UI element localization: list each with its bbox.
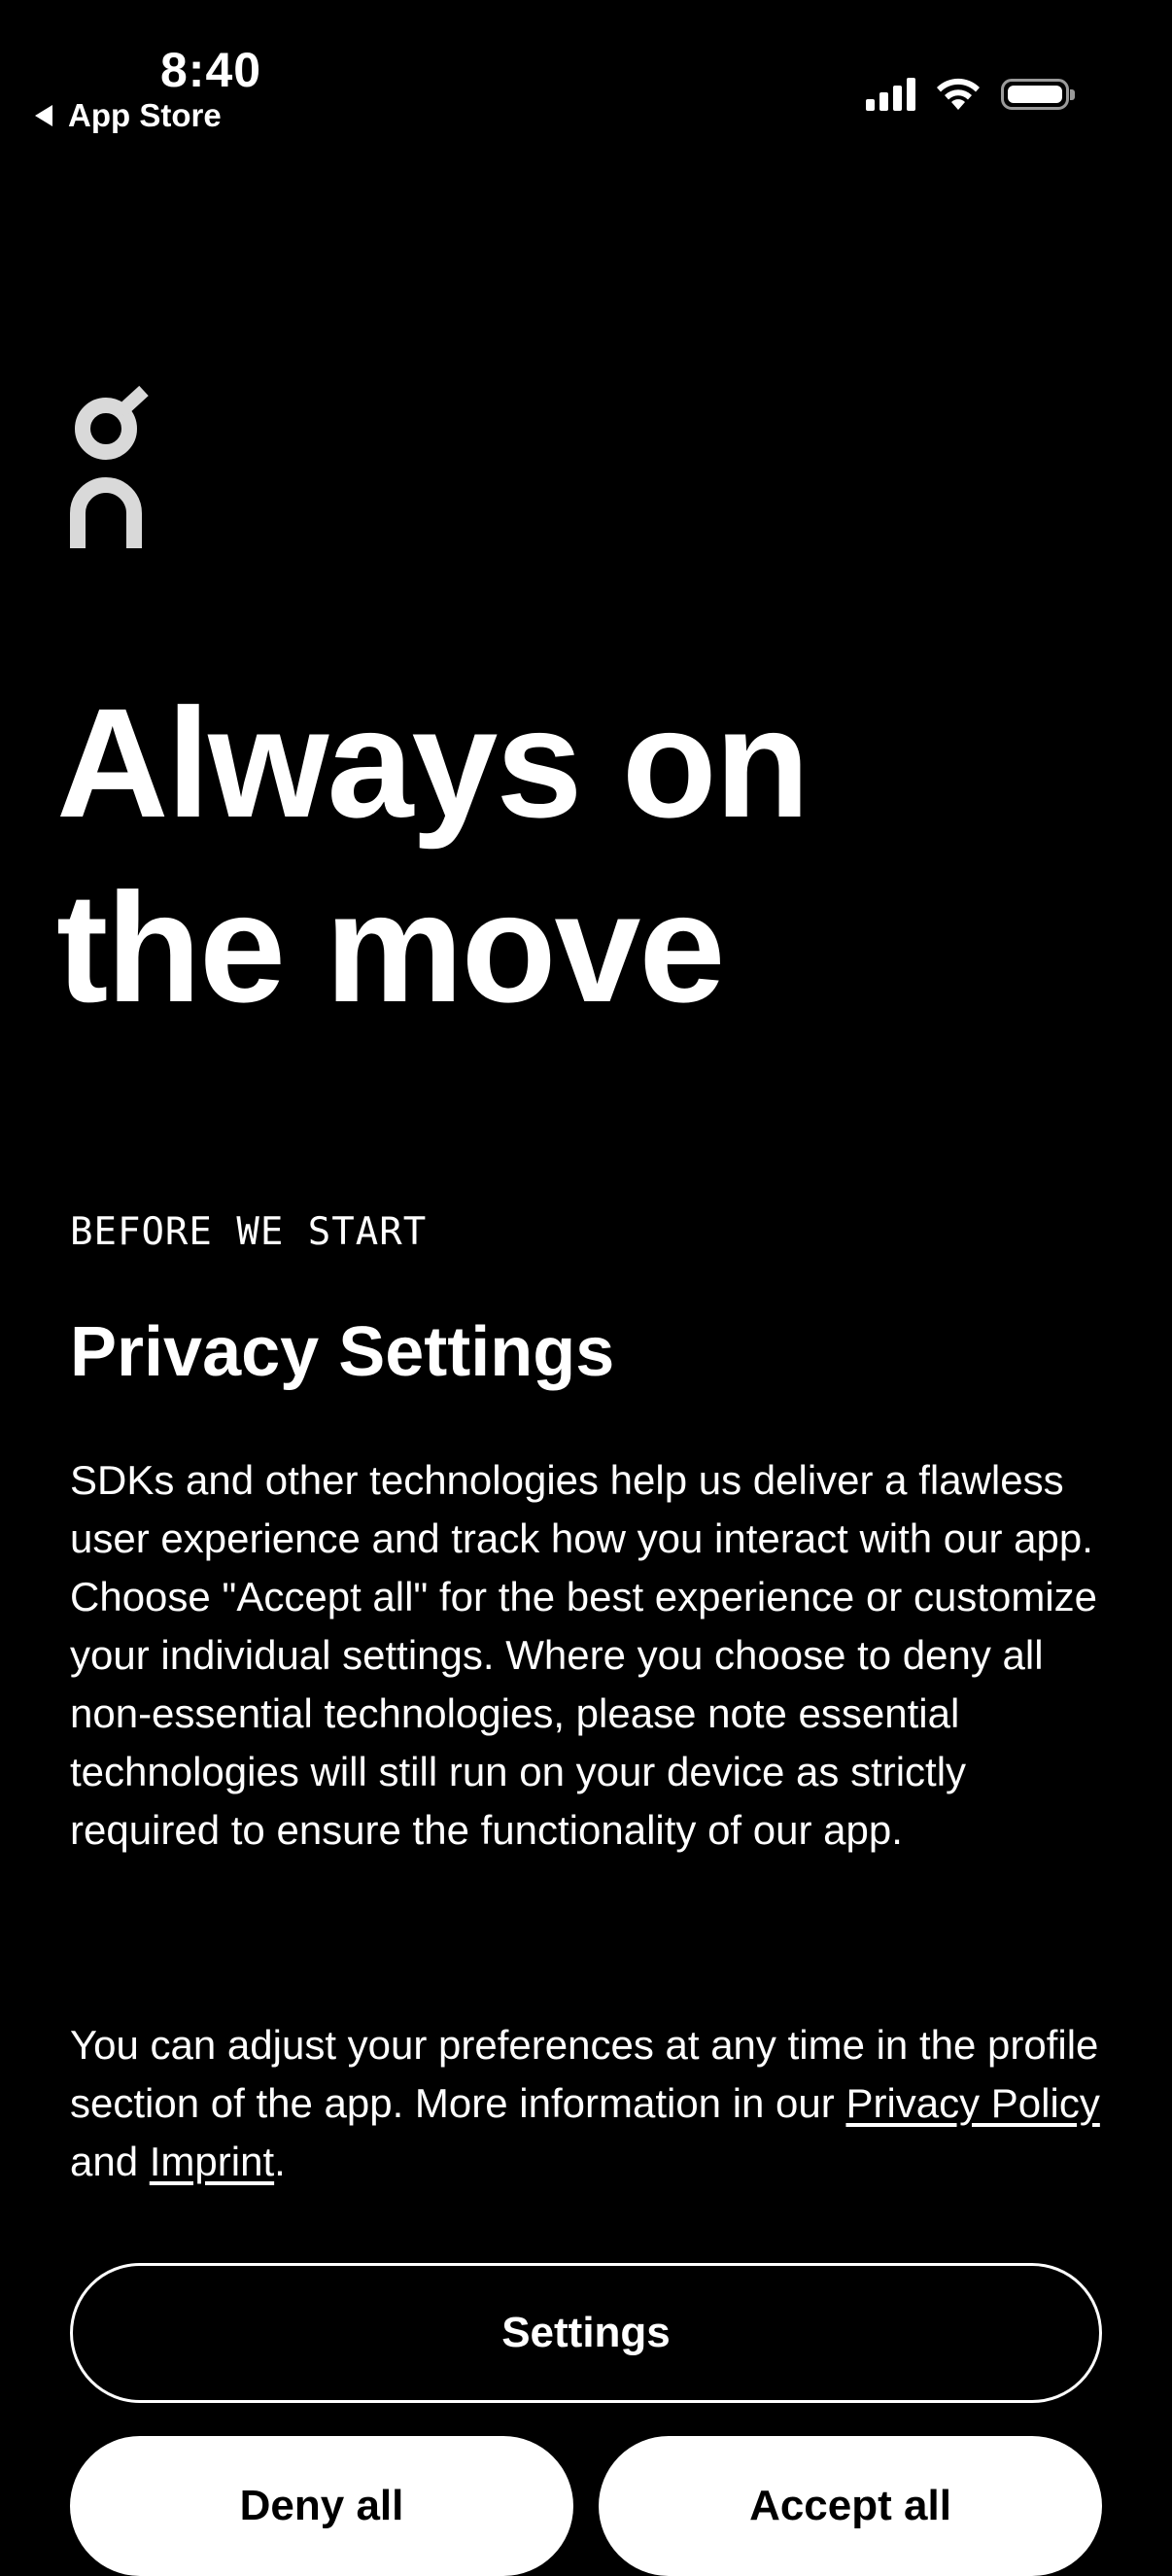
imprint-link[interactable]: Imprint xyxy=(150,2139,274,2184)
privacy-preferences-note: You can adjust your preferences at any t… xyxy=(70,2016,1110,2191)
hero-line-2: the move xyxy=(56,860,725,1034)
back-label: App Store xyxy=(68,97,222,133)
deny-all-button[interactable]: Deny all xyxy=(70,2436,573,2576)
back-arrow-icon xyxy=(35,105,52,126)
status-bar: 8:40 App Store xyxy=(0,0,1172,146)
eyebrow-label: BEFORE WE START xyxy=(70,1210,428,1254)
settings-button[interactable]: Settings xyxy=(70,2263,1102,2403)
preferences-note-and: and xyxy=(70,2139,150,2184)
privacy-policy-link[interactable]: Privacy Policy xyxy=(845,2080,1099,2126)
privacy-description: SDKs and other technologies help us deli… xyxy=(70,1457,1098,1853)
preferences-note-period: . xyxy=(274,2139,286,2184)
back-to-app-store[interactable]: App Store xyxy=(35,95,222,136)
status-icons xyxy=(866,72,1075,117)
wifi-icon xyxy=(937,78,980,110)
on-logo-icon xyxy=(70,385,149,548)
privacy-settings-title: Privacy Settings xyxy=(70,1313,615,1391)
accept-all-button[interactable]: Accept all xyxy=(599,2436,1102,2576)
hero-line-1: Always on xyxy=(56,676,810,850)
battery-icon xyxy=(1001,79,1075,110)
cellular-signal-icon xyxy=(866,78,915,111)
hero-headline: Always on the move xyxy=(56,671,1125,1040)
status-time: 8:40 xyxy=(160,43,262,97)
